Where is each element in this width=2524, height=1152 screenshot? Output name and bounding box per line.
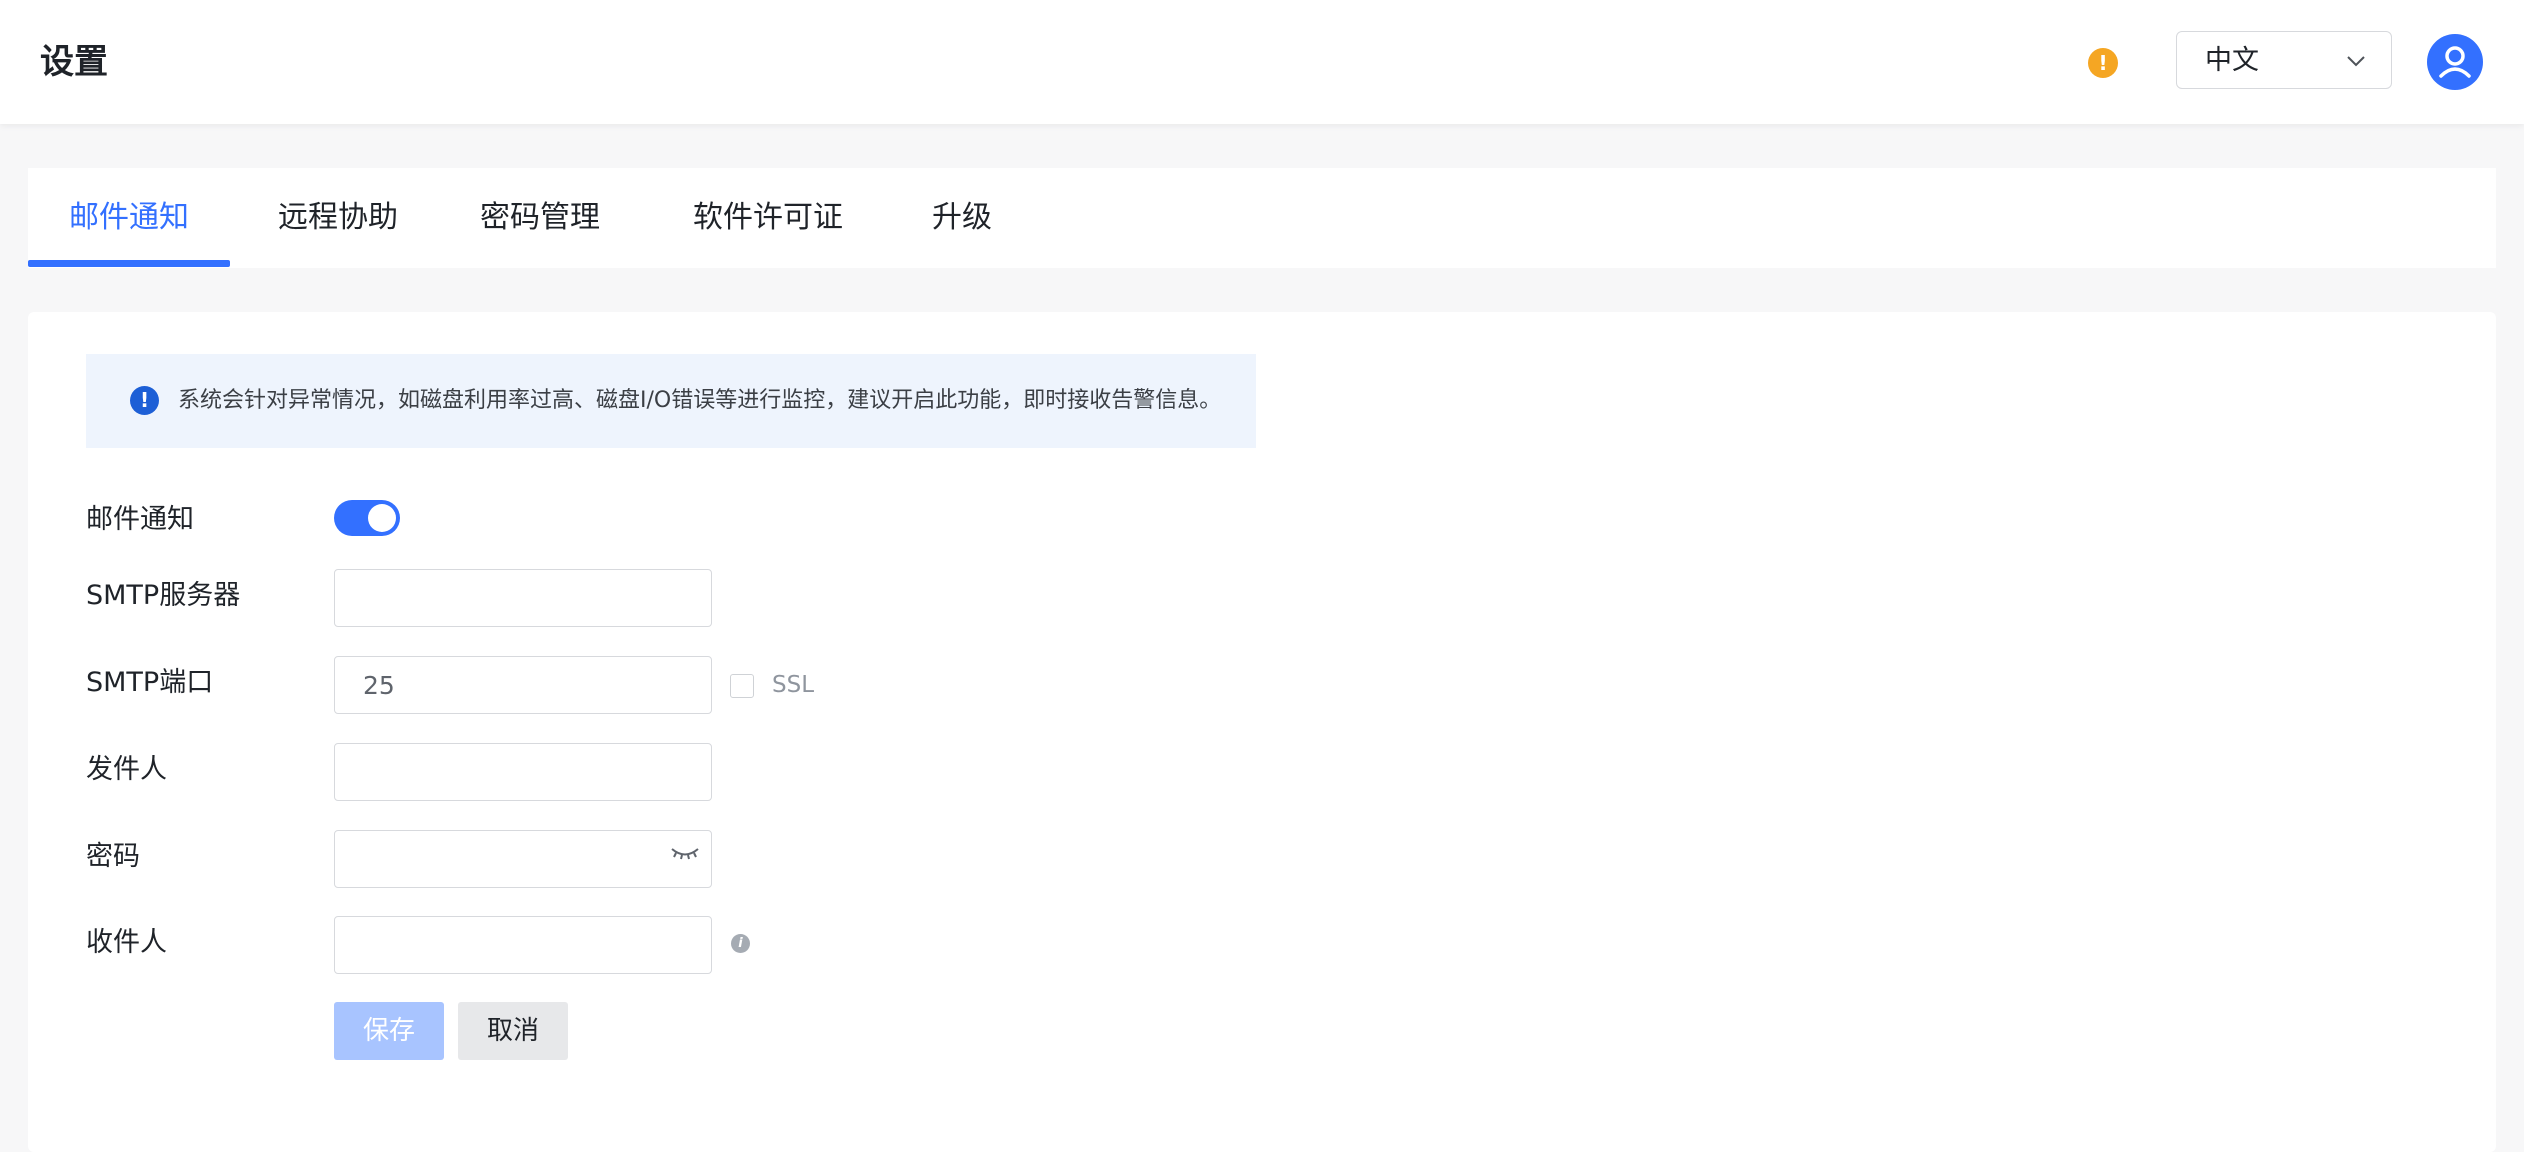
email-notify-label: 邮件通知 bbox=[86, 504, 194, 535]
tab-password-manage[interactable]: 密码管理 bbox=[450, 168, 630, 268]
toggle-knob bbox=[368, 504, 396, 532]
tab-bar: 邮件通知 远程协助 密码管理 软件许可证 升级 bbox=[28, 168, 2496, 268]
tab-software-license[interactable]: 软件许可证 bbox=[658, 168, 878, 268]
tab-upgrade[interactable]: 升级 bbox=[900, 168, 1024, 268]
chevron-down-icon bbox=[2347, 56, 2365, 67]
page-title: 设置 bbox=[40, 42, 108, 82]
recipient-label: 收件人 bbox=[86, 927, 167, 958]
info-icon[interactable]: i bbox=[731, 934, 750, 953]
password-label: 密码 bbox=[86, 841, 140, 872]
info-circle-icon: ! bbox=[130, 386, 159, 415]
user-icon bbox=[2439, 46, 2471, 78]
ssl-checkbox[interactable] bbox=[730, 674, 754, 698]
settings-panel: ! 系统会针对异常情况，如磁盘利用率过高、磁盘I/O错误等进行监控，建议开启此功… bbox=[28, 312, 2496, 1152]
eye-closed-icon[interactable] bbox=[670, 844, 700, 862]
recipient-input[interactable] bbox=[334, 916, 712, 974]
language-select-value: 中文 bbox=[2205, 45, 2259, 76]
app-header: 设置 ! 中文 bbox=[0, 0, 2524, 124]
tab-remote-assist[interactable]: 远程协助 bbox=[248, 168, 428, 268]
smtp-port-input[interactable] bbox=[334, 656, 712, 714]
smtp-port-label: SMTP端口 bbox=[86, 667, 214, 698]
save-button[interactable]: 保存 bbox=[334, 1002, 444, 1060]
language-select[interactable]: 中文 bbox=[2176, 31, 2392, 89]
smtp-server-label: SMTP服务器 bbox=[86, 580, 241, 611]
cancel-button[interactable]: 取消 bbox=[458, 1002, 568, 1060]
tab-email-notify[interactable]: 邮件通知 bbox=[28, 168, 230, 268]
email-notify-toggle[interactable] bbox=[334, 500, 400, 536]
info-notice: ! 系统会针对异常情况，如磁盘利用率过高、磁盘I/O错误等进行监控，建议开启此功… bbox=[86, 354, 1256, 448]
user-avatar-icon[interactable] bbox=[2427, 34, 2483, 90]
warning-icon[interactable]: ! bbox=[2088, 48, 2118, 78]
smtp-server-input[interactable] bbox=[334, 569, 712, 627]
password-input[interactable] bbox=[334, 830, 712, 888]
sender-input[interactable] bbox=[334, 743, 712, 801]
active-tab-indicator bbox=[28, 260, 230, 267]
sender-label: 发件人 bbox=[86, 754, 167, 785]
notice-text: 系统会针对异常情况，如磁盘利用率过高、磁盘I/O错误等进行监控，建议开启此功能，… bbox=[178, 388, 1222, 413]
ssl-label: SSL bbox=[772, 672, 815, 698]
